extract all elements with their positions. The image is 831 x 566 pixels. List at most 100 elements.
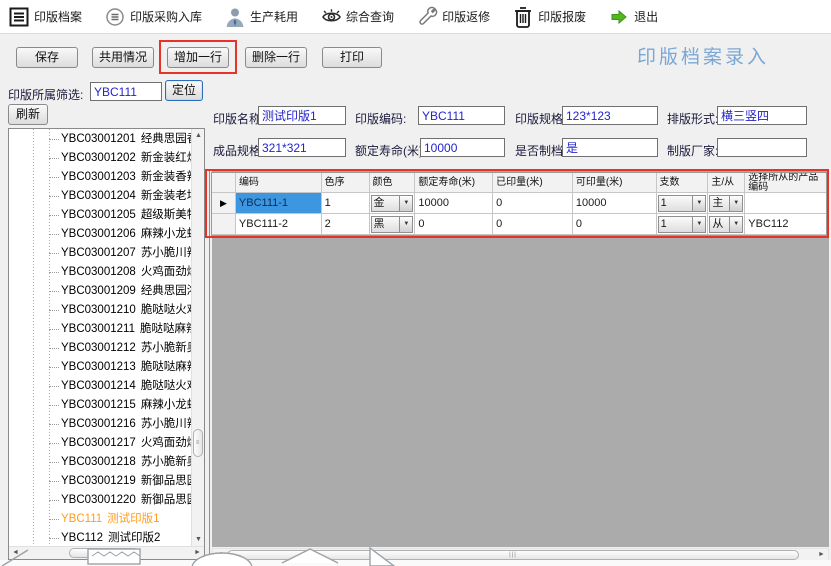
tree-item-name: 经典思园浓香排骨 xyxy=(141,285,191,297)
tree-item[interactable]: YBC111测试印版1 xyxy=(9,510,191,529)
tree-item[interactable]: YBC03001219新御品思园香辣牛 xyxy=(9,472,191,491)
refresh-button[interactable]: 刷新 xyxy=(8,104,48,125)
tree-item[interactable]: YBC03001204 新金装老坛酸菜面 xyxy=(9,187,191,206)
tree-item[interactable]: YBC03001208火鸡面劲爆火鸡5 xyxy=(9,263,191,282)
grid-header-count[interactable]: 支数 xyxy=(657,173,709,193)
grid-header-life[interactable]: 额定寿命(米) xyxy=(415,173,493,193)
filter-input[interactable] xyxy=(90,82,162,101)
delete-row-button[interactable]: 删除一行 xyxy=(245,47,307,68)
cell-seq[interactable]: 2 xyxy=(322,214,370,235)
tree-item[interactable]: YBC03001202新金装红烧牛肉面 xyxy=(9,149,191,168)
grid-header-role[interactable]: 主/从 xyxy=(708,173,745,193)
tree-item-code: YBC03001213 xyxy=(61,361,136,373)
cell-parent[interactable] xyxy=(745,193,826,214)
menu-item-plate-scrap[interactable]: 印版报废 xyxy=(512,6,586,28)
cell-printed[interactable]: 0 xyxy=(493,193,573,214)
tree-item-code: YBC03001205 xyxy=(61,209,136,221)
tree-item[interactable]: YBC03001206麻辣小龙虾55g xyxy=(9,225,191,244)
tree-item[interactable]: YBC03001212苏小脆新奥尔良鸡 xyxy=(9,339,191,358)
grid-header-seq[interactable]: 色序 xyxy=(322,173,370,193)
menu-item-query[interactable]: 综合查询 xyxy=(320,6,394,28)
tree-item[interactable]: YBC03001209经典思园浓香排骨 xyxy=(9,282,191,301)
menu-item-plate-archive[interactable]: 印版档案 xyxy=(8,6,82,28)
grid-header-parent[interactable]: 选择所从的产品编码 xyxy=(745,173,826,193)
tree-item-name: 测试印版1 xyxy=(107,513,159,525)
cell-color[interactable]: 黑 ▼ xyxy=(370,214,416,235)
dropdown-arrow-icon[interactable]: ▼ xyxy=(729,196,742,211)
menu-item-production-use[interactable]: 生产耗用 xyxy=(224,6,298,28)
row-selector-cell[interactable]: ▶ xyxy=(212,193,236,214)
tree-item[interactable]: YBC03001215麻辣小龙虾55g15 xyxy=(9,396,191,415)
tree-vertical-scrollbar[interactable]: ▲ ≡ ▼ xyxy=(191,129,204,546)
cell-code[interactable]: YBC111-1 xyxy=(236,193,322,214)
plate-name-input[interactable] xyxy=(258,106,346,125)
cell-printable[interactable]: 10000 xyxy=(573,193,657,214)
cell-seq[interactable]: 1 xyxy=(322,193,370,214)
plate-spec-input[interactable] xyxy=(562,106,658,125)
tree-item[interactable]: YBC03001218苏小脆新奥尔良鸡 xyxy=(9,453,191,472)
dropdown-arrow-icon[interactable]: ▼ xyxy=(729,217,742,232)
print-button[interactable]: 打印 xyxy=(322,47,382,68)
cell-code[interactable]: YBC111-2 xyxy=(236,214,322,235)
dropdown-arrow-icon[interactable]: ▼ xyxy=(692,196,705,211)
tree-item-name: 新金装老坛酸菜面 xyxy=(141,190,191,202)
grid-header-printable[interactable]: 可印量(米) xyxy=(573,173,657,193)
cell-life[interactable]: 10000 xyxy=(415,193,493,214)
save-button[interactable]: 保存 xyxy=(16,47,78,68)
cell-role[interactable]: 主 ▼ xyxy=(708,193,745,214)
tree-item[interactable]: YBC03001211脆哒哒麻辣小龙虾 xyxy=(9,320,191,339)
grid-header-printed[interactable]: 已印量(米) xyxy=(493,173,573,193)
tree-item[interactable]: YBC03001205超级斯美特香牛 xyxy=(9,206,191,225)
grid-header-code[interactable]: 编码 xyxy=(236,173,322,193)
cell-count[interactable]: 1 ▼ xyxy=(657,193,709,214)
count-combobox[interactable]: 1 ▼ xyxy=(658,216,707,233)
cell-life[interactable]: 0 xyxy=(415,214,493,235)
color-combobox[interactable]: 金 ▼ xyxy=(371,195,414,212)
tree-item[interactable]: YBC03001201经典思园香辣牛肉面 xyxy=(9,130,191,149)
plate-maker-input[interactable] xyxy=(717,138,807,157)
cell-count[interactable]: 1 ▼ xyxy=(657,214,709,235)
grid-header-color[interactable]: 颜色 xyxy=(370,173,416,193)
tree-item-code: YBC03001204 xyxy=(61,190,136,202)
cell-printable[interactable]: 0 xyxy=(573,214,657,235)
tree-item[interactable]: YBC03001214脆哒哒火鸡面55g xyxy=(9,377,191,396)
dropdown-arrow-icon[interactable]: ▼ xyxy=(399,196,412,211)
tree-item-code: YBC03001210 xyxy=(61,304,136,316)
menu-item-plate-repair[interactable]: 印版返修 xyxy=(416,6,490,28)
tree-vscroll-thumb[interactable]: ≡ xyxy=(193,429,203,457)
dropdown-arrow-icon[interactable]: ▼ xyxy=(399,217,412,232)
plate-code-input[interactable] xyxy=(418,106,505,125)
scroll-up-icon[interactable]: ▲ xyxy=(192,129,205,142)
product-spec-input[interactable] xyxy=(258,138,346,157)
cell-color[interactable]: 金 ▼ xyxy=(370,193,416,214)
role-combobox[interactable]: 主 ▼ xyxy=(709,195,743,212)
tree-item[interactable]: YBC03001217火鸡面劲爆火鸡5 xyxy=(9,434,191,453)
count-combobox[interactable]: 1 ▼ xyxy=(658,195,707,212)
role-combobox[interactable]: 从 ▼ xyxy=(709,216,743,233)
cell-parent[interactable]: YBC112 xyxy=(745,214,826,235)
layout-form-input[interactable] xyxy=(717,106,807,125)
shared-status-button[interactable]: 共用情况 xyxy=(92,47,154,68)
tree-item[interactable]: YBC03001213脆哒哒麻辣小龙虾 xyxy=(9,358,191,377)
is-archived-input[interactable] xyxy=(562,138,658,157)
tree-item[interactable]: YBC03001203新金装香辣牛肉面 xyxy=(9,168,191,187)
menu-item-exit[interactable]: 退出 xyxy=(608,6,658,28)
tree-item-code: YBC112 xyxy=(61,532,103,544)
locate-button[interactable]: 定位 xyxy=(165,80,203,101)
rated-life-input[interactable] xyxy=(420,138,505,157)
tree-item[interactable]: YBC03001207苏小脆川辣牛肉5 xyxy=(9,244,191,263)
row-selector-cell[interactable] xyxy=(212,214,236,235)
add-row-button[interactable]: 增加一行 xyxy=(167,47,229,68)
tree-item[interactable]: YBC03001210脆哒哒火鸡面55g xyxy=(9,301,191,320)
dropdown-arrow-icon[interactable]: ▼ xyxy=(692,217,705,232)
color-combobox[interactable]: 黑 ▼ xyxy=(371,216,414,233)
plate-tree: YBC03001201经典思园香辣牛肉面 YBC03001202新金装红烧牛肉面… xyxy=(9,130,191,546)
menu-label: 印版采购入库 xyxy=(130,8,202,25)
tree-item[interactable]: YBC03001216苏小脆川辣牛肉5 xyxy=(9,415,191,434)
cell-role[interactable]: 从 ▼ xyxy=(708,214,745,235)
tree-item[interactable]: YBC03001220新御品思园红烧牛 xyxy=(9,491,191,510)
menu-item-plate-purchase[interactable]: 印版采购入库 xyxy=(104,6,202,28)
grid-row-2: YBC111-2 2 黑 ▼ 0 0 0 1 ▼ 从 ▼ YBC112 xyxy=(212,214,826,235)
cell-printed[interactable]: 0 xyxy=(493,214,573,235)
tree-item-code: YBC03001208 xyxy=(61,266,136,278)
